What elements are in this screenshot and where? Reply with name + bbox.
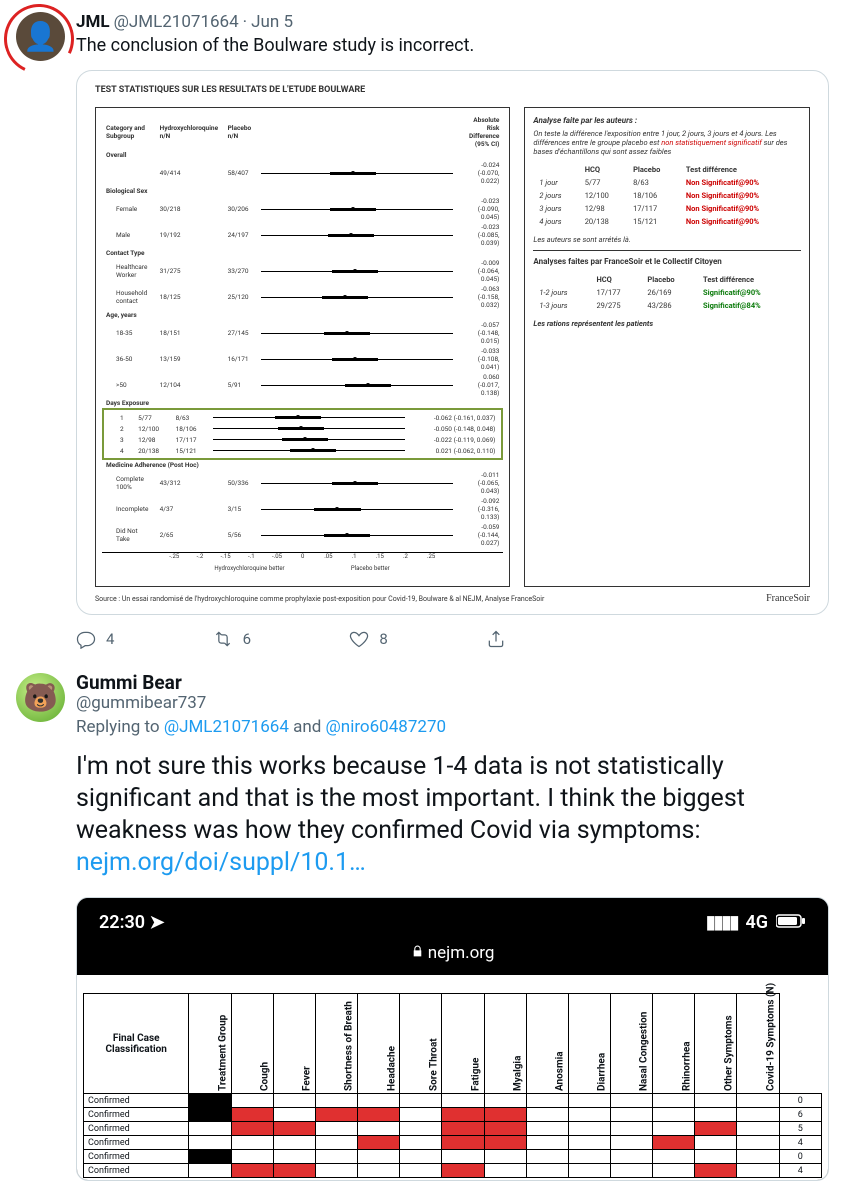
signal-icon: ▮▮▮▮	[706, 912, 738, 933]
symptom-table: Final Case ClassificationTreatment Group…	[83, 993, 822, 1178]
location-icon: ➤	[150, 912, 165, 933]
share-icon	[486, 629, 506, 649]
source-text: Source : Un essai randomisé de l'hydroxy…	[95, 595, 544, 603]
analysis-note1: Les auteurs se sont arrétés là.	[533, 235, 801, 244]
avatar-column: 👤	[16, 12, 76, 649]
phone-screenshot[interactable]: 22:30 ➤ ▮▮▮▮ 4G nejm.org Final Case	[76, 897, 829, 1181]
chart-title: TEST STATISTIQUES SUR LES RESULTATS DE L…	[95, 85, 810, 95]
avatar-jml[interactable]: 👤	[16, 12, 65, 61]
avatar-gummibear[interactable]: 🐻	[16, 673, 65, 722]
embedded-image[interactable]: TEST STATISTIQUES SUR LES RESULTATS DE L…	[76, 70, 829, 615]
retweet-button[interactable]: 6	[213, 629, 251, 649]
phone-url-bar: nejm.org	[77, 939, 828, 975]
reply-and: and	[289, 717, 326, 737]
timestamp[interactable]: Jun 5	[251, 12, 293, 32]
tweet-main: JML @JML21071664 · Jun 5 The conclusion …	[76, 12, 829, 649]
reply-prefix: Replying to	[76, 717, 164, 737]
tweet-text: I'm not sure this works because 1-4 data…	[76, 751, 829, 879]
tweet-header: Gummi Bear @gummibear737	[76, 673, 829, 713]
axis-left-label: Hydroxychloroquine better	[214, 565, 284, 572]
forest-plot: Category and SubgroupHydroxychloroquine …	[95, 107, 510, 587]
forest-chart-card: TEST STATISTIQUES SUR LES RESULTATS DE L…	[77, 71, 828, 614]
tweet-link[interactable]: nejm.org/doi/suppl/10.1…	[76, 848, 366, 877]
like-count: 8	[379, 630, 387, 648]
lock-icon	[411, 943, 424, 963]
display-name[interactable]: Gummi Bear	[76, 673, 182, 693]
tweet-text: The conclusion of the Boulware study is …	[76, 34, 829, 58]
axis-right-label: Placebo better	[351, 565, 390, 572]
avatar-column: 🐻	[16, 673, 76, 1181]
handle[interactable]: @JML21071664	[114, 12, 239, 32]
heart-icon	[349, 629, 369, 649]
reply-count: 4	[106, 630, 114, 648]
reply-to-line: Replying to @JML21071664 and @niro604872…	[76, 717, 829, 737]
phone-status-bar: 22:30 ➤ ▮▮▮▮ 4G	[77, 898, 828, 939]
network-label: 4G	[745, 912, 768, 933]
url-text: nejm.org	[428, 943, 495, 963]
retweet-count: 6	[243, 630, 251, 648]
analysis-title-2: Analyses faites par FranceSoir et le Col…	[533, 257, 801, 266]
forest-axis: Hydroxychloroquine better Placebo better…	[102, 552, 503, 580]
analysis-title-1: Analyse faite par les auteurs :	[533, 116, 801, 125]
tweet-gummibear: 🐻 Gummi Bear @gummibear737 Replying to @…	[0, 661, 845, 1193]
symptom-table-area: Final Case ClassificationTreatment Group…	[77, 975, 828, 1180]
share-button[interactable]	[486, 629, 506, 649]
handle[interactable]: @gummibear737	[76, 693, 206, 713]
tweet-main: Gummi Bear @gummibear737 Replying to @JM…	[76, 673, 829, 1181]
retweet-icon	[213, 629, 233, 649]
like-button[interactable]: 8	[349, 629, 387, 649]
battery-icon	[776, 912, 806, 933]
tweet-text-body: I'm not sure this works because 1-4 data…	[76, 752, 745, 845]
display-name[interactable]: JML	[76, 12, 110, 32]
tweet-actions: 4 6 8	[76, 629, 506, 649]
phone-status-right: ▮▮▮▮ 4G	[706, 912, 806, 933]
francesoir-logo: FranceSoir	[766, 593, 810, 604]
time-text: 22:30	[99, 912, 145, 933]
reply-button[interactable]: 4	[76, 629, 114, 649]
phone-time: 22:30 ➤	[99, 912, 165, 933]
analysis-table-1: HCQPlaceboTest différence1 jour5/778/63N…	[533, 162, 801, 229]
dot: ·	[243, 12, 247, 32]
analysis-intro: On teste la différence l'exposition entr…	[533, 129, 801, 156]
analysis-table-2: HCQPlaceboTest différence1-2 jours17/177…	[533, 272, 801, 313]
tweet-jml: 👤 JML @JML21071664 · Jun 5 The conclusio…	[0, 0, 845, 661]
reply-icon	[76, 629, 96, 649]
mention-1[interactable]: @JML21071664	[164, 717, 289, 737]
analysis-box: Analyse faite par les auteurs : On teste…	[524, 107, 810, 587]
analysis-note2: Les rations représentent les patients	[533, 319, 801, 328]
forest-table: Category and SubgroupHydroxychloroquine …	[102, 114, 503, 548]
chart-row: Category and SubgroupHydroxychloroquine …	[95, 107, 810, 587]
intro-red: non statistiquement significatif	[661, 138, 762, 147]
tweet-header: JML @JML21071664 · Jun 5	[76, 12, 829, 32]
source-row: Source : Un essai randomisé de l'hydroxy…	[95, 593, 810, 604]
mention-2[interactable]: @niro60487270	[326, 717, 447, 737]
